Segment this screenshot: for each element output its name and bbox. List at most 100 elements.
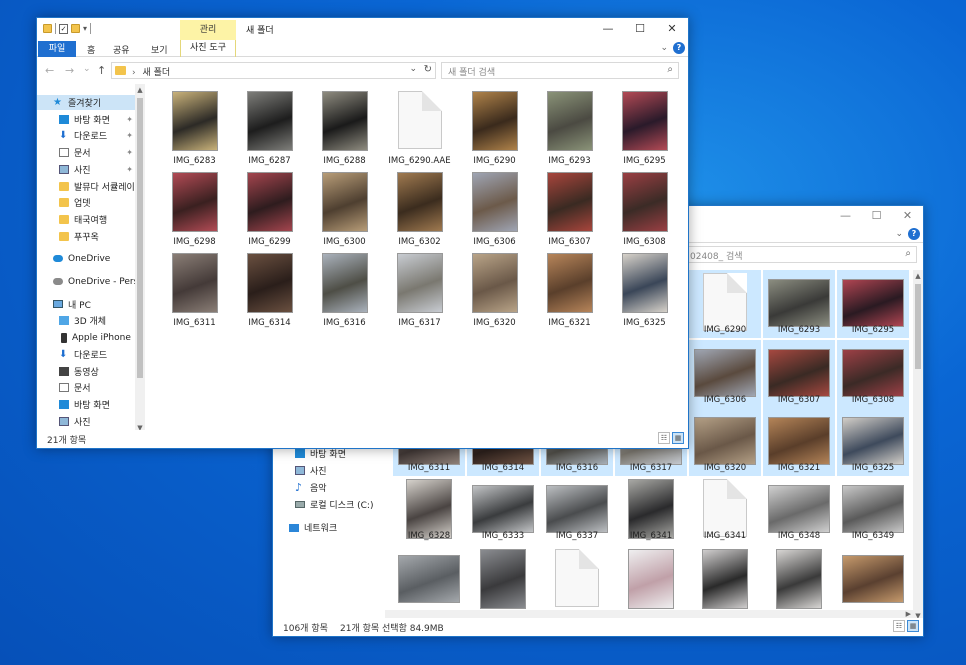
tab-home[interactable]: 홈 [87, 43, 95, 56]
sidebar-item[interactable]: 사진 [273, 463, 373, 478]
file-tile[interactable]: IMG_6341 [689, 476, 761, 544]
file-tile[interactable]: IMG_6333 [467, 476, 539, 544]
refresh-icon[interactable]: ↻ [424, 64, 432, 75]
sidebar-item[interactable]: 동영상 [37, 364, 137, 379]
file-tile[interactable] [393, 546, 465, 614]
file-tile[interactable]: IMG_6325 [837, 408, 909, 476]
file-tile[interactable]: IMG_6299 [232, 169, 307, 250]
file-tile[interactable]: IMG_6307 [532, 169, 607, 250]
file-tile[interactable]: IMG_6290.AAE [382, 88, 457, 169]
file-tile[interactable] [763, 546, 835, 614]
pin-icon[interactable]: ✦ [126, 115, 133, 124]
recent-locations-icon[interactable]: ⌄ [83, 64, 91, 74]
sidebar-item[interactable]: ★ 즐겨찾기 [37, 95, 137, 110]
sidebar-item[interactable]: ⬇ 다운로드 ✦ [37, 128, 137, 143]
sidebar-item[interactable]: ⬇ 다운로드 [37, 347, 137, 362]
up-icon[interactable]: ↑ [97, 64, 106, 77]
sidebar-item[interactable]: 사진 ✦ [37, 162, 137, 177]
file-tile[interactable]: IMG_6295 [607, 88, 682, 169]
file-tile[interactable]: IMG_6311 [157, 250, 232, 331]
sidebar-item[interactable]: 사진 [37, 414, 137, 429]
file-tile[interactable]: IMG_6293 [532, 88, 607, 169]
address-dropdown-icon[interactable]: ⌄ [409, 64, 417, 74]
sidebar-item[interactable]: 태국여행 [37, 212, 137, 227]
large-icons-view-icon[interactable]: ▦ [672, 432, 684, 444]
search-box[interactable]: 02408_ 검색 ⌕ [685, 246, 917, 263]
file-tile[interactable]: IMG_6308 [607, 169, 682, 250]
sidebar-item[interactable]: 로컬 디스크 (C:) [273, 497, 373, 512]
breadcrumb[interactable]: › 새 폴더 [132, 65, 170, 78]
tab-view[interactable]: 보기 [151, 43, 168, 56]
file-tile[interactable]: IMG_6288 [307, 88, 382, 169]
scrollbar-thumb[interactable] [137, 98, 143, 378]
sidebar-item[interactable]: 바탕 화면 [37, 397, 137, 412]
file-tile[interactable]: IMG_6298 [157, 169, 232, 250]
sidebar-item[interactable]: 네트워크 [273, 520, 373, 535]
close-button[interactable]: ✕ [656, 18, 688, 40]
sidebar-item[interactable]: 문서 ✦ [37, 145, 137, 160]
sidebar-item[interactable]: 업뎃 [37, 195, 137, 210]
file-tile[interactable]: IMG_6290 [457, 88, 532, 169]
ribbon-collapse-icon[interactable]: ⌄ [895, 229, 903, 239]
details-view-icon[interactable]: ☷ [658, 432, 670, 444]
pin-icon[interactable]: ✦ [126, 148, 133, 157]
file-tile[interactable]: IMG_6321 [532, 250, 607, 331]
file-tile[interactable]: IMG_6300 [307, 169, 382, 250]
file-tile[interactable]: IMG_6302 [382, 169, 457, 250]
sidebar-item[interactable]: 푸꾸옥 [37, 229, 137, 244]
file-tile[interactable]: IMG_6308 [837, 340, 909, 408]
details-view-icon[interactable]: ☷ [893, 620, 905, 632]
explorer-window-front[interactable]: ✓ ▾ 관리 새 폴더 — ☐ ✕ 파일 홈 공유 보기 사진 도구 ⌄ ? ←… [36, 17, 689, 449]
file-tile[interactable]: IMG_6349 [837, 476, 909, 544]
sidebar-item[interactable]: OneDrive - Persor [37, 274, 137, 289]
scroll-right-icon[interactable]: ▶ [906, 610, 911, 618]
file-tile[interactable]: IMG_6325 [607, 250, 682, 331]
file-tile[interactable]: IMG_6337 [541, 476, 613, 544]
file-tile[interactable]: IMG_6348 [763, 476, 835, 544]
file-tile[interactable]: IMG_6320 [689, 408, 761, 476]
file-tile[interactable] [467, 546, 539, 614]
search-box[interactable]: 새 폴더 검색 ⌕ [441, 62, 679, 79]
scroll-up-icon[interactable]: ▲ [135, 86, 145, 94]
sidebar-item[interactable]: 발뮤다 서큘레이 [37, 179, 137, 194]
close-button[interactable]: ✕ [892, 206, 923, 226]
file-tile[interactable]: IMG_6317 [382, 250, 457, 331]
sidebar-item[interactable]: ♪ 음악 [273, 480, 373, 495]
properties-icon[interactable]: ✓ [59, 23, 68, 34]
file-tile[interactable]: IMG_6307 [763, 340, 835, 408]
nav-scrollbar[interactable]: ▲ ▼ [135, 84, 145, 434]
ribbon-collapse-icon[interactable]: ⌄ [660, 43, 668, 53]
file-view[interactable]: IMG_6283 IMG_6287 IMG_6288 IMG_6290.AAE IMG_… [153, 86, 687, 432]
scrollbar-thumb[interactable] [915, 284, 921, 369]
vertical-scrollbar[interactable]: ▲ ▼ [913, 270, 923, 622]
file-tile[interactable]: IMG_6306 [457, 169, 532, 250]
file-tile[interactable]: IMG_6316 [307, 250, 382, 331]
large-icons-view-icon[interactable]: ▦ [907, 620, 919, 632]
file-tile[interactable] [615, 546, 687, 614]
contextual-tab-manage[interactable]: 관리 [180, 20, 236, 40]
file-tile[interactable]: IMG_6290 [689, 270, 761, 338]
sidebar-item[interactable]: 바탕 화면 ✦ [37, 112, 137, 127]
breadcrumb-current[interactable]: 새 폴더 [142, 68, 170, 78]
file-tile[interactable]: IMG_6341 [615, 476, 687, 544]
tab-picture-tools[interactable]: 사진 도구 [180, 40, 236, 57]
sidebar-item[interactable]: OneDrive [37, 251, 137, 266]
maximize-button[interactable]: ☐ [624, 18, 656, 40]
file-tile[interactable] [689, 546, 761, 614]
tab-share[interactable]: 공유 [113, 43, 130, 56]
file-tile[interactable]: IMG_6295 [837, 270, 909, 338]
pin-icon[interactable]: ✦ [126, 131, 133, 140]
help-icon[interactable]: ? [908, 228, 920, 240]
new-folder-icon[interactable] [71, 24, 80, 33]
sidebar-item[interactable]: 내 PC [37, 297, 137, 312]
customize-toolbar-icon[interactable]: ▾ [83, 24, 87, 33]
file-tile[interactable]: IMG_6320 [457, 250, 532, 331]
file-tile[interactable] [837, 546, 909, 614]
pin-icon[interactable]: ✦ [126, 165, 133, 174]
file-tile[interactable]: IMG_6314 [232, 250, 307, 331]
back-icon[interactable]: ← [45, 64, 54, 77]
file-tile[interactable]: IMG_6328 [393, 476, 465, 544]
sidebar-item[interactable]: 문서 [37, 380, 137, 395]
file-tile[interactable]: IMG_6293 [763, 270, 835, 338]
file-tile[interactable]: IMG_6287 [232, 88, 307, 169]
